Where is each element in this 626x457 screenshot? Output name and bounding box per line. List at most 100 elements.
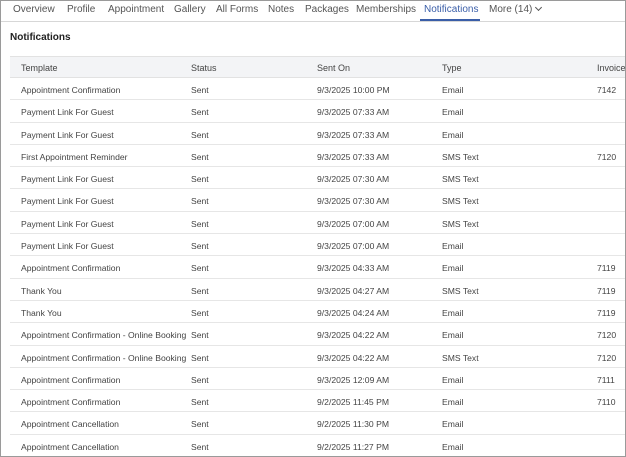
tab-notifications[interactable]: Notifications (424, 4, 478, 15)
cell-type: Email (442, 419, 464, 430)
cell-sent-on: 9/3/2025 07:33 AM (317, 129, 390, 140)
cell-type: SMS Text (442, 196, 479, 207)
cell-sent-on: 9/2/2025 11:45 PM (317, 397, 389, 408)
tab-more-label: More (14) (489, 4, 533, 15)
cell-sent-on: 9/3/2025 04:33 AM (317, 263, 390, 274)
cell-type: Email (442, 330, 464, 341)
table-header: Template Status Sent On Type Invoice N (10, 56, 625, 78)
cell-type: SMS Text (442, 151, 479, 162)
tab-packages[interactable]: Packages (305, 4, 349, 15)
cell-sent-on: 9/2/2025 11:27 PM (317, 441, 389, 452)
cell-invoice: 7120 (597, 151, 617, 162)
cell-status: Sent (191, 129, 209, 140)
cell-sent-on: 9/3/2025 07:30 AM (317, 196, 390, 207)
cell-type: Email (442, 129, 464, 140)
tab-appointment[interactable]: Appointment (108, 4, 164, 15)
cell-status: Sent (191, 151, 209, 162)
table-row[interactable]: Appointment Confirmation - Online Bookin… (10, 323, 625, 346)
column-header-invoice[interactable]: Invoice N (597, 63, 625, 73)
table-row[interactable]: Payment Link For Guest Sent 9/3/2025 07:00… (10, 212, 625, 235)
cell-type: Email (442, 374, 464, 385)
tab-all-forms[interactable]: All Forms (216, 4, 258, 15)
cell-type: Email (442, 107, 464, 118)
active-tab-indicator (420, 19, 480, 21)
table-row[interactable]: Payment Link For Guest Sent 9/3/2025 07:33… (10, 100, 625, 123)
column-header-sent-on[interactable]: Sent On (317, 63, 350, 73)
cell-template: Payment Link For Guest (21, 218, 114, 229)
cell-sent-on: 9/3/2025 12:09 AM (317, 374, 390, 385)
tab-memberships[interactable]: Memberships (356, 4, 416, 15)
cell-template: Payment Link For Guest (21, 241, 114, 252)
cell-status: Sent (191, 196, 209, 207)
cell-template: Payment Link For Guest (21, 107, 114, 118)
table-row[interactable]: Appointment Confirmation - Online Bookin… (10, 346, 625, 368)
table-row[interactable]: First Appointment Reminder Sent 9/3/2025 0… (10, 145, 625, 168)
page-title: Notifications (10, 32, 71, 43)
cell-type: SMS Text (442, 285, 479, 296)
cell-status: Sent (191, 441, 209, 452)
cell-status: Sent (191, 330, 209, 341)
cell-status: Sent (191, 352, 209, 363)
table-row[interactable]: Appointment Cancellation Sent 9/2/2025 11:… (10, 435, 625, 456)
cell-type: SMS Text (442, 218, 479, 229)
cell-type: Email (442, 441, 464, 452)
cell-status: Sent (191, 107, 209, 118)
cell-status: Sent (191, 85, 209, 95)
cell-sent-on: 9/3/2025 04:24 AM (317, 307, 390, 318)
column-header-status[interactable]: Status (191, 63, 217, 73)
cell-invoice: 7142 (597, 85, 617, 95)
cell-template: Payment Link For Guest (21, 174, 114, 185)
cell-type: Email (442, 85, 464, 95)
cell-status: Sent (191, 419, 209, 430)
cell-sent-on: 9/3/2025 07:33 AM (317, 107, 390, 118)
cell-template: Payment Link For Guest (21, 196, 114, 207)
cell-status: Sent (191, 263, 209, 274)
table-row[interactable]: Appointment Cancellation Sent 9/2/2025 11:… (10, 412, 625, 435)
cell-template: Appointment Confirmation (21, 374, 121, 385)
table-row[interactable]: Thank You Sent 9/3/2025 04:24 AM Email 7119 (10, 301, 625, 324)
cell-sent-on: 9/3/2025 07:00 AM (317, 218, 390, 229)
cell-sent-on: 9/3/2025 07:30 AM (317, 174, 390, 185)
table-row[interactable]: Thank You Sent 9/3/2025 04:27 AM SMS Text 71… (10, 279, 625, 301)
table-row[interactable]: Payment Link For Guest Sent 9/3/2025 07:33… (10, 123, 625, 145)
cell-type: Email (442, 307, 464, 318)
tab-more[interactable]: More (14) (489, 3, 543, 15)
cell-sent-on: 9/2/2025 11:30 PM (317, 419, 389, 430)
cell-sent-on: 9/3/2025 04:22 AM (317, 330, 390, 341)
tab-profile[interactable]: Profile (67, 4, 95, 15)
table-row[interactable]: Payment Link For Guest Sent 9/3/2025 07:30… (10, 189, 625, 212)
cell-status: Sent (191, 285, 209, 296)
column-header-template[interactable]: Template (21, 63, 58, 73)
column-header-type[interactable]: Type (442, 63, 462, 73)
cell-invoice: 7119 (597, 263, 616, 274)
table-row[interactable]: Appointment Confirmation Sent 9/2/2025 11:… (10, 390, 625, 413)
notifications-table: Template Status Sent On Type Invoice N A… (10, 56, 625, 456)
table-row[interactable]: Appointment Confirmation Sent 9/3/2025 04:… (10, 256, 625, 279)
tab-overview[interactable]: Overview (13, 4, 55, 15)
table-row[interactable]: Payment Link For Guest Sent 9/3/2025 07:30… (10, 167, 625, 190)
cell-template: Appointment Confirmation - Online Bookin… (21, 352, 187, 363)
table-row[interactable]: Appointment Confirmation Sent 9/3/2025 10:… (10, 78, 625, 101)
table-row[interactable]: Appointment Confirmation Sent 9/3/2025 12:… (10, 368, 625, 391)
cell-sent-on: 9/3/2025 07:00 AM (317, 241, 390, 252)
cell-status: Sent (191, 397, 209, 408)
cell-template: Appointment Confirmation (21, 397, 121, 408)
cell-status: Sent (191, 374, 209, 385)
cell-sent-on: 9/3/2025 10:00 PM (317, 85, 390, 95)
chevron-down-icon (535, 3, 543, 12)
cell-template: Payment Link For Guest (21, 129, 114, 140)
table-row[interactable]: Payment Link For Guest Sent 9/3/2025 07:00… (10, 234, 625, 257)
cell-type: Email (442, 241, 464, 252)
cell-template: Appointment Confirmation (21, 85, 121, 95)
cell-template: Appointment Confirmation (21, 263, 121, 274)
cell-sent-on: 9/3/2025 04:27 AM (317, 285, 390, 296)
cell-invoice: 7119 (597, 285, 616, 296)
cell-invoice: 7120 (597, 330, 617, 341)
cell-status: Sent (191, 241, 209, 252)
cell-type: SMS Text (442, 352, 479, 363)
cell-type: Email (442, 397, 464, 408)
tab-gallery[interactable]: Gallery (174, 4, 206, 15)
cell-template: Appointment Cancellation (21, 419, 119, 430)
cell-template: Thank You (21, 307, 62, 318)
tab-notes[interactable]: Notes (268, 4, 294, 15)
